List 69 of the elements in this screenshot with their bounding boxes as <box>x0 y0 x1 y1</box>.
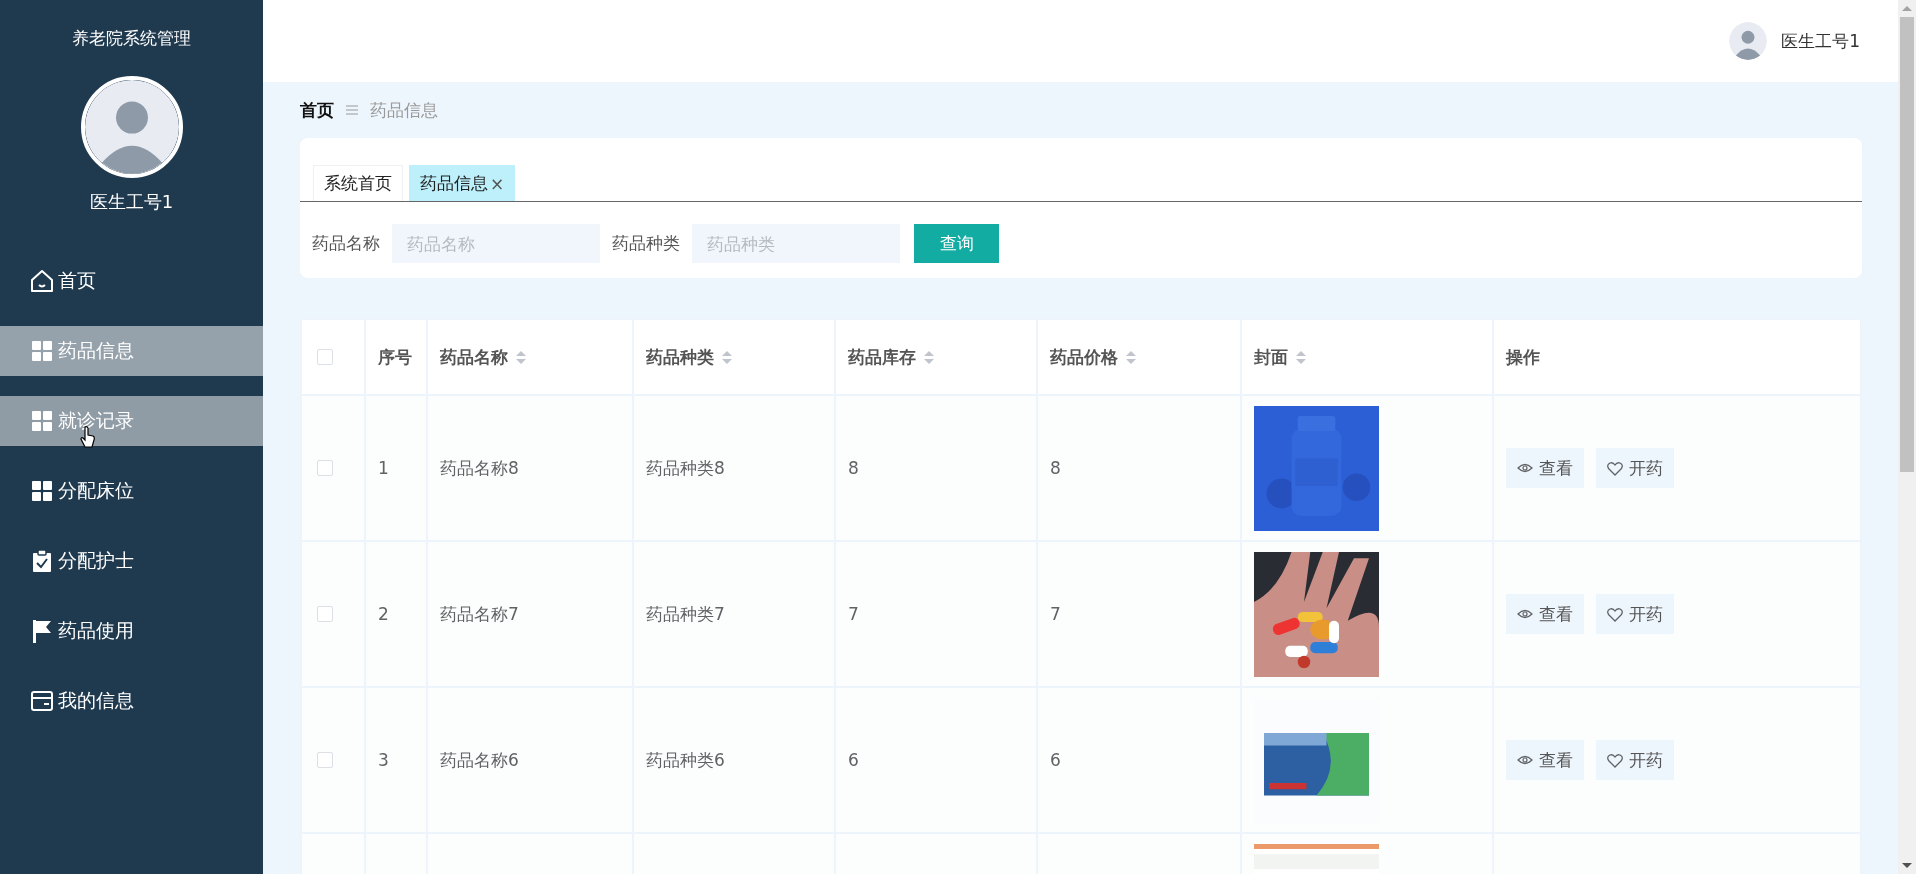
column-header: 药品价格 <box>1050 345 1118 369</box>
table-cell: 药品种类7 <box>646 603 725 624</box>
close-icon[interactable]: × <box>490 173 505 194</box>
tab[interactable]: 系统首页 <box>313 165 403 201</box>
table-cell: 7 <box>848 604 859 624</box>
view-button[interactable]: 查看 <box>1506 740 1584 780</box>
clipboard-icon <box>30 549 54 573</box>
card-icon <box>30 689 54 713</box>
grid-icon <box>30 479 54 503</box>
grid-icon <box>30 339 54 363</box>
separator-icon <box>346 104 358 116</box>
avatar[interactable] <box>1729 22 1768 60</box>
app-title: 养老院系统管理 <box>72 27 191 50</box>
table-cell: 2 <box>378 604 389 624</box>
scroll-up-icon[interactable] <box>1902 6 1912 11</box>
sort-icon[interactable] <box>1296 350 1306 364</box>
breadcrumb-link[interactable]: 首页 <box>300 98 334 122</box>
view-button[interactable]: 查看 <box>1506 448 1584 488</box>
table-cell: 7 <box>1050 604 1061 624</box>
table-cell: 6 <box>848 750 859 770</box>
table-cell: 药品名称6 <box>440 749 519 770</box>
input-field[interactable]: 药品种类 <box>692 224 900 263</box>
column-header: 药品库存 <box>848 345 916 369</box>
menu-item[interactable]: 分配护士 <box>0 526 263 596</box>
sort-icon[interactable] <box>722 350 732 364</box>
table-cell: 3 <box>378 750 389 770</box>
menu-item[interactable]: 分配床位 <box>0 456 263 526</box>
heart-icon <box>1607 460 1623 476</box>
prescribe-button[interactable]: 开药 <box>1596 448 1674 488</box>
table-cell: 药品名称7 <box>440 603 519 624</box>
column-header: 序号 <box>378 345 412 369</box>
menu-item[interactable]: 首页 <box>0 246 263 316</box>
sort-icon[interactable] <box>516 350 526 364</box>
table-cell: 1 <box>378 458 389 478</box>
sort-icon[interactable] <box>1126 350 1136 364</box>
scrollbar[interactable] <box>1898 0 1916 874</box>
table-cell: 8 <box>1050 458 1061 478</box>
user-name[interactable]: 医生工号1 <box>1781 29 1860 53</box>
table-cell: 药品种类6 <box>646 749 725 770</box>
prescribe-button[interactable]: 开药 <box>1596 740 1674 780</box>
table-cell: 8 <box>848 458 859 478</box>
menu-item[interactable]: 我的信息 <box>0 666 263 736</box>
checkbox[interactable] <box>317 460 333 476</box>
column-header: 操作 <box>1506 345 1540 369</box>
tab[interactable]: 药品信息× <box>409 165 516 201</box>
heart-icon <box>1607 606 1623 622</box>
scroll-thumb[interactable] <box>1900 17 1914 472</box>
home-icon <box>30 269 54 293</box>
table-cell: 6 <box>1050 750 1061 770</box>
column-header: 药品名称 <box>440 345 508 369</box>
column-header: 药品种类 <box>646 345 714 369</box>
table-cell: 药品种类8 <box>646 457 725 478</box>
field-label: 药品名称 <box>312 232 380 255</box>
table-cell: 药品名称8 <box>440 457 519 478</box>
scroll-down-icon[interactable] <box>1902 863 1912 868</box>
input-field[interactable]: 药品名称 <box>392 224 600 263</box>
user-name: 医生工号1 <box>89 190 174 214</box>
view-button[interactable]: 查看 <box>1506 594 1584 634</box>
heart-icon <box>1607 752 1623 768</box>
sort-icon[interactable] <box>924 350 934 364</box>
checkbox[interactable] <box>317 349 333 365</box>
prescribe-button[interactable]: 开药 <box>1596 594 1674 634</box>
checkbox[interactable] <box>317 606 333 622</box>
column-header: 封面 <box>1254 345 1288 369</box>
flag-icon <box>30 619 54 643</box>
grid-icon <box>30 409 54 433</box>
menu-item[interactable]: 药品使用 <box>0 596 263 666</box>
field-label: 药品种类 <box>612 232 680 255</box>
checkbox[interactable] <box>317 752 333 768</box>
